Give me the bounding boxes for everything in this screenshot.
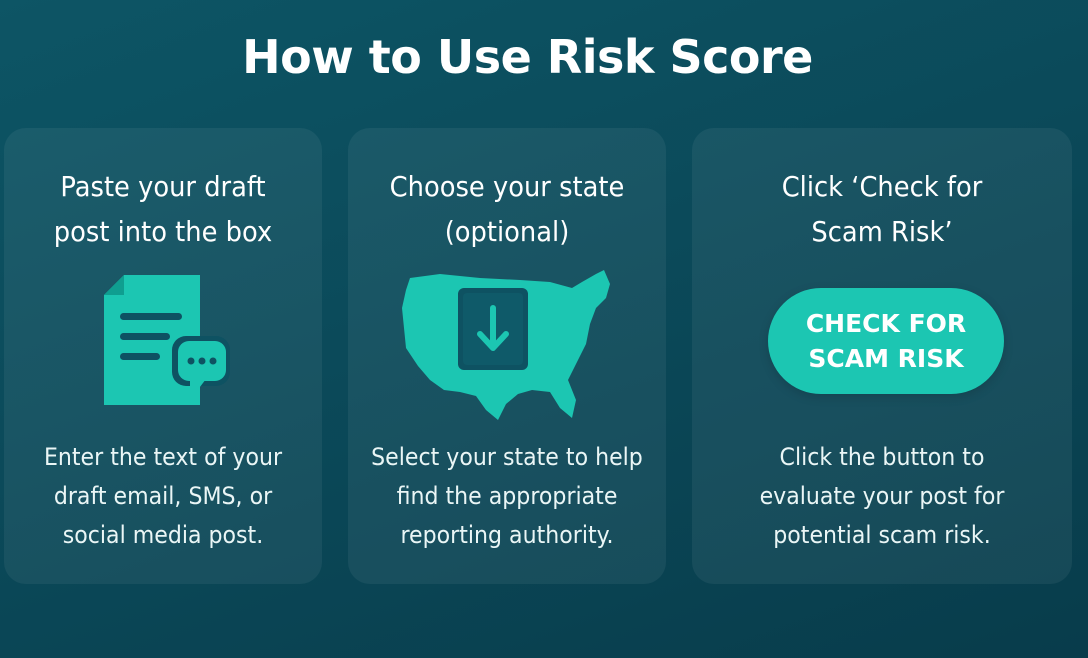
step-desc-line: reporting authority.	[400, 521, 614, 549]
step-title-line: Scam Risk’	[811, 215, 953, 248]
step-title-line: Choose your state	[389, 170, 625, 203]
page-title: How to Use Risk Score	[242, 30, 813, 84]
step-title: Click ‘Check for Scam Risk’	[707, 164, 1057, 254]
us-map-download-icon	[400, 268, 622, 428]
step-card-state: Choose your state (optional) Select your…	[348, 128, 666, 584]
step-description: Click the button to evaluate your post f…	[707, 438, 1057, 555]
step-title-line: (optional)	[444, 215, 570, 248]
step-desc-line: find the appropriate	[396, 482, 618, 510]
document-with-chat-icon	[102, 273, 232, 418]
step-title-line: Paste your draft	[60, 170, 266, 203]
step-card-check: Click ‘Check for Scam Risk’ CHECK FOR SC…	[692, 128, 1072, 584]
step-desc-line: Enter the text of your	[43, 443, 283, 471]
step-desc-line: evaluate your post for	[759, 482, 1005, 510]
step-desc-line: draft email, SMS, or	[53, 482, 273, 510]
step-title: Choose your state (optional)	[361, 164, 654, 254]
step-description: Enter the text of your draft email, SMS,…	[17, 438, 310, 555]
step-desc-line: Select your state to help	[371, 443, 643, 471]
step-description: Select your state to help find the appro…	[361, 438, 654, 555]
step-title-line: Click ‘Check for	[781, 170, 983, 203]
button-label-line: SCAM RISK	[808, 344, 964, 373]
step-card-paste: Paste your draft post into the box Enter…	[4, 128, 322, 584]
step-desc-line: social media post.	[62, 521, 264, 549]
check-for-scam-risk-button[interactable]: CHECK FOR SCAM RISK	[768, 288, 1004, 394]
step-title-line: post into the box	[53, 215, 273, 248]
button-label-line: CHECK FOR	[805, 309, 967, 338]
step-desc-line: Click the button to	[779, 443, 985, 471]
step-desc-line: potential scam risk.	[773, 521, 991, 549]
step-title: Paste your draft post into the box	[17, 164, 310, 254]
